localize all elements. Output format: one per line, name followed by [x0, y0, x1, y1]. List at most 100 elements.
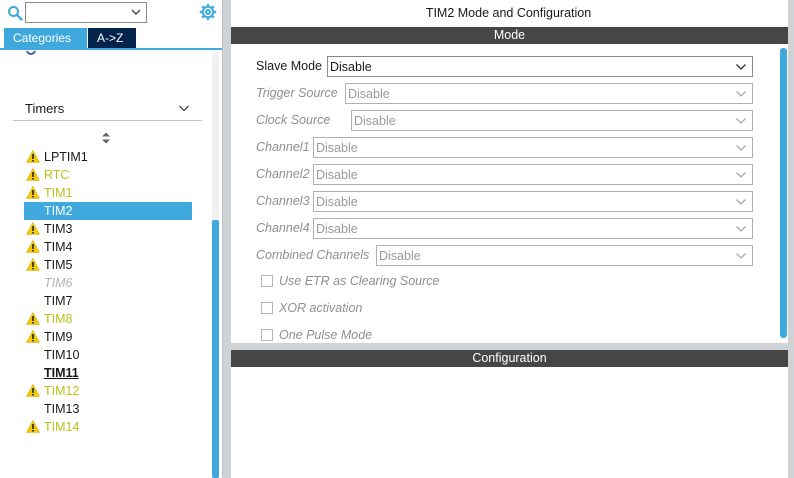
scrollbar-thumb[interactable]	[212, 220, 219, 478]
tab-categories[interactable]: Categories	[4, 28, 87, 48]
peripheral-item-lptim1[interactable]: LPTIM1	[24, 148, 192, 166]
use-etr-as-clearing-source-label: Use ETR as Clearing Source	[279, 274, 440, 288]
peripheral-item-tim11[interactable]: TIM11	[24, 364, 192, 382]
peripheral-label: LPTIM1	[44, 150, 88, 164]
category-tabs: Categories A->Z	[4, 28, 136, 48]
warning-icon	[25, 311, 41, 325]
peripheral-item-tim5[interactable]: TIM5	[24, 256, 192, 274]
one-pulse-mode-label: One Pulse Mode	[279, 328, 373, 342]
field-channel1: Channel1 Disable	[256, 137, 753, 158]
peripheral-item-tim13[interactable]: TIM13	[24, 400, 192, 418]
field-slave-mode: Slave Mode Disable	[256, 56, 753, 77]
timers-group-header[interactable]: Timers	[13, 97, 202, 121]
peripheral-item-tim3[interactable]: TIM3	[24, 220, 192, 238]
chevron-down-icon	[736, 118, 746, 124]
peripheral-label: TIM6	[44, 276, 73, 290]
chevron-down-icon	[736, 172, 746, 178]
group-title: Timers	[25, 101, 65, 116]
warning-icon	[25, 419, 41, 433]
channel1-label: Channel1	[256, 140, 310, 154]
peripheral-item-tim1[interactable]: TIM1	[24, 184, 192, 202]
collapsed-item-icon	[26, 51, 36, 56]
peripheral-label: TIM4	[44, 240, 73, 254]
peripheral-item-tim7[interactable]: TIM7	[24, 292, 192, 310]
slave-mode-select[interactable]: Disable	[327, 56, 753, 77]
peripheral-item-tim12[interactable]: TIM12	[24, 382, 192, 400]
slave-mode-label: Slave Mode	[256, 59, 323, 73]
peripheral-label: TIM2	[44, 204, 73, 218]
warning-icon	[25, 257, 41, 271]
chevron-down-icon	[736, 64, 746, 70]
configuration-section-header: Configuration	[231, 350, 788, 367]
xor-activation-label: XOR activation	[279, 301, 363, 315]
gear-icon[interactable]	[199, 3, 217, 21]
sort-icon[interactable]	[101, 132, 111, 144]
warning-icon	[25, 383, 41, 397]
field-channel2: Channel2 Disable	[256, 164, 753, 185]
peripheral-item-tim9[interactable]: TIM9	[24, 328, 192, 346]
chevron-down-icon[interactable]	[178, 102, 190, 114]
clock-source-select: Disable	[351, 110, 753, 131]
peripheral-item-tim4[interactable]: TIM4	[24, 238, 192, 256]
chevron-down-icon[interactable]	[130, 6, 142, 18]
peripheral-label: TIM9	[44, 330, 73, 344]
section-splitter[interactable]	[231, 343, 794, 350]
chevron-down-icon	[736, 199, 746, 205]
channel1-value: Disable	[316, 141, 358, 155]
slave-mode-value: Disable	[330, 60, 372, 74]
search-icon[interactable]	[7, 5, 23, 21]
peripheral-label: TIM14	[44, 420, 80, 434]
channel2-value: Disable	[316, 168, 358, 182]
peripheral-label: TIM11	[44, 366, 79, 380]
peripheral-label: TIM10	[44, 348, 80, 362]
peripheral-item-tim2[interactable]: TIM2	[24, 202, 192, 220]
trigger-source-label: Trigger Source	[256, 86, 338, 100]
chevron-down-icon	[736, 91, 746, 97]
scrollbar-thumb[interactable]	[780, 48, 787, 338]
channel1-select: Disable	[313, 137, 753, 158]
clock-source-label: Clock Source	[256, 113, 331, 127]
warning-icon	[25, 329, 41, 343]
peripheral-label: TIM7	[44, 294, 73, 308]
checkbox-one-pulse-mode: One Pulse Mode	[261, 328, 521, 343]
combined-channels-select: Disable	[376, 245, 753, 266]
peripheral-label: TIM3	[44, 222, 73, 236]
chevron-down-icon	[736, 145, 746, 151]
window-edge	[788, 0, 794, 478]
peripheral-item-tim8[interactable]: TIM8	[24, 310, 192, 328]
peripheral-label: TIM5	[44, 258, 73, 272]
peripheral-item-rtc[interactable]: RTC	[24, 166, 192, 184]
warning-icon	[25, 185, 41, 199]
warning-icon	[25, 167, 41, 181]
peripheral-label: TIM1	[44, 186, 73, 200]
mode-configuration-panel: TIM2 Mode and Configuration Mode Slave M…	[231, 0, 794, 478]
panel-splitter[interactable]	[222, 0, 231, 478]
field-channel3: Channel3 Disable	[256, 191, 753, 212]
peripheral-item-tim10[interactable]: TIM10	[24, 346, 192, 364]
channel2-label: Channel2	[256, 167, 310, 181]
use-etr-as-clearing-source-checkbox	[261, 275, 273, 287]
chevron-down-icon	[736, 226, 746, 232]
peripheral-label: TIM12	[44, 384, 80, 398]
warning-icon	[25, 149, 41, 163]
peripheral-label: RTC	[44, 168, 70, 182]
field-clock-source: Clock Source Disable	[256, 110, 753, 131]
chevron-down-icon	[736, 253, 746, 259]
checkbox-xor-activation: XOR activation	[261, 301, 521, 317]
tab-a-z[interactable]: A->Z	[88, 28, 136, 48]
peripheral-list: LPTIM1 RTC TIM1 TIM2 TIM3 TIM4 TIM5 TIM6 TIM7 TIM…	[24, 148, 192, 436]
combined-channels-value: Disable	[379, 249, 421, 263]
warning-icon	[25, 221, 41, 235]
xor-activation-checkbox	[261, 302, 273, 314]
page-title: TIM2 Mode and Configuration	[425, 6, 592, 20]
search-combobox[interactable]	[25, 2, 147, 23]
field-trigger-source: Trigger Source Disable	[256, 83, 753, 104]
trigger-source-select: Disable	[345, 83, 753, 104]
field-channel4: Channel4 Disable	[256, 218, 753, 239]
peripheral-tree-panel: Categories A->Z Timers LPTIM1 RTC TIM1 TIM2…	[0, 0, 222, 478]
channel3-select: Disable	[313, 191, 753, 212]
checkbox-use-etr-as-clearing-source: Use ETR as Clearing Source	[261, 274, 521, 290]
peripheral-item-tim14[interactable]: TIM14	[24, 418, 192, 436]
peripheral-item-tim6[interactable]: TIM6	[24, 274, 192, 292]
channel3-value: Disable	[316, 195, 358, 209]
